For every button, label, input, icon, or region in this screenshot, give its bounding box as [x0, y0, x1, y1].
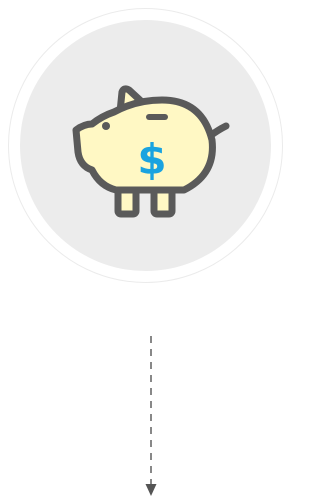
dollar-symbol: $: [137, 135, 166, 184]
piggy-bank-icon: $: [72, 85, 230, 218]
arrow-down-icon: [145, 336, 157, 496]
